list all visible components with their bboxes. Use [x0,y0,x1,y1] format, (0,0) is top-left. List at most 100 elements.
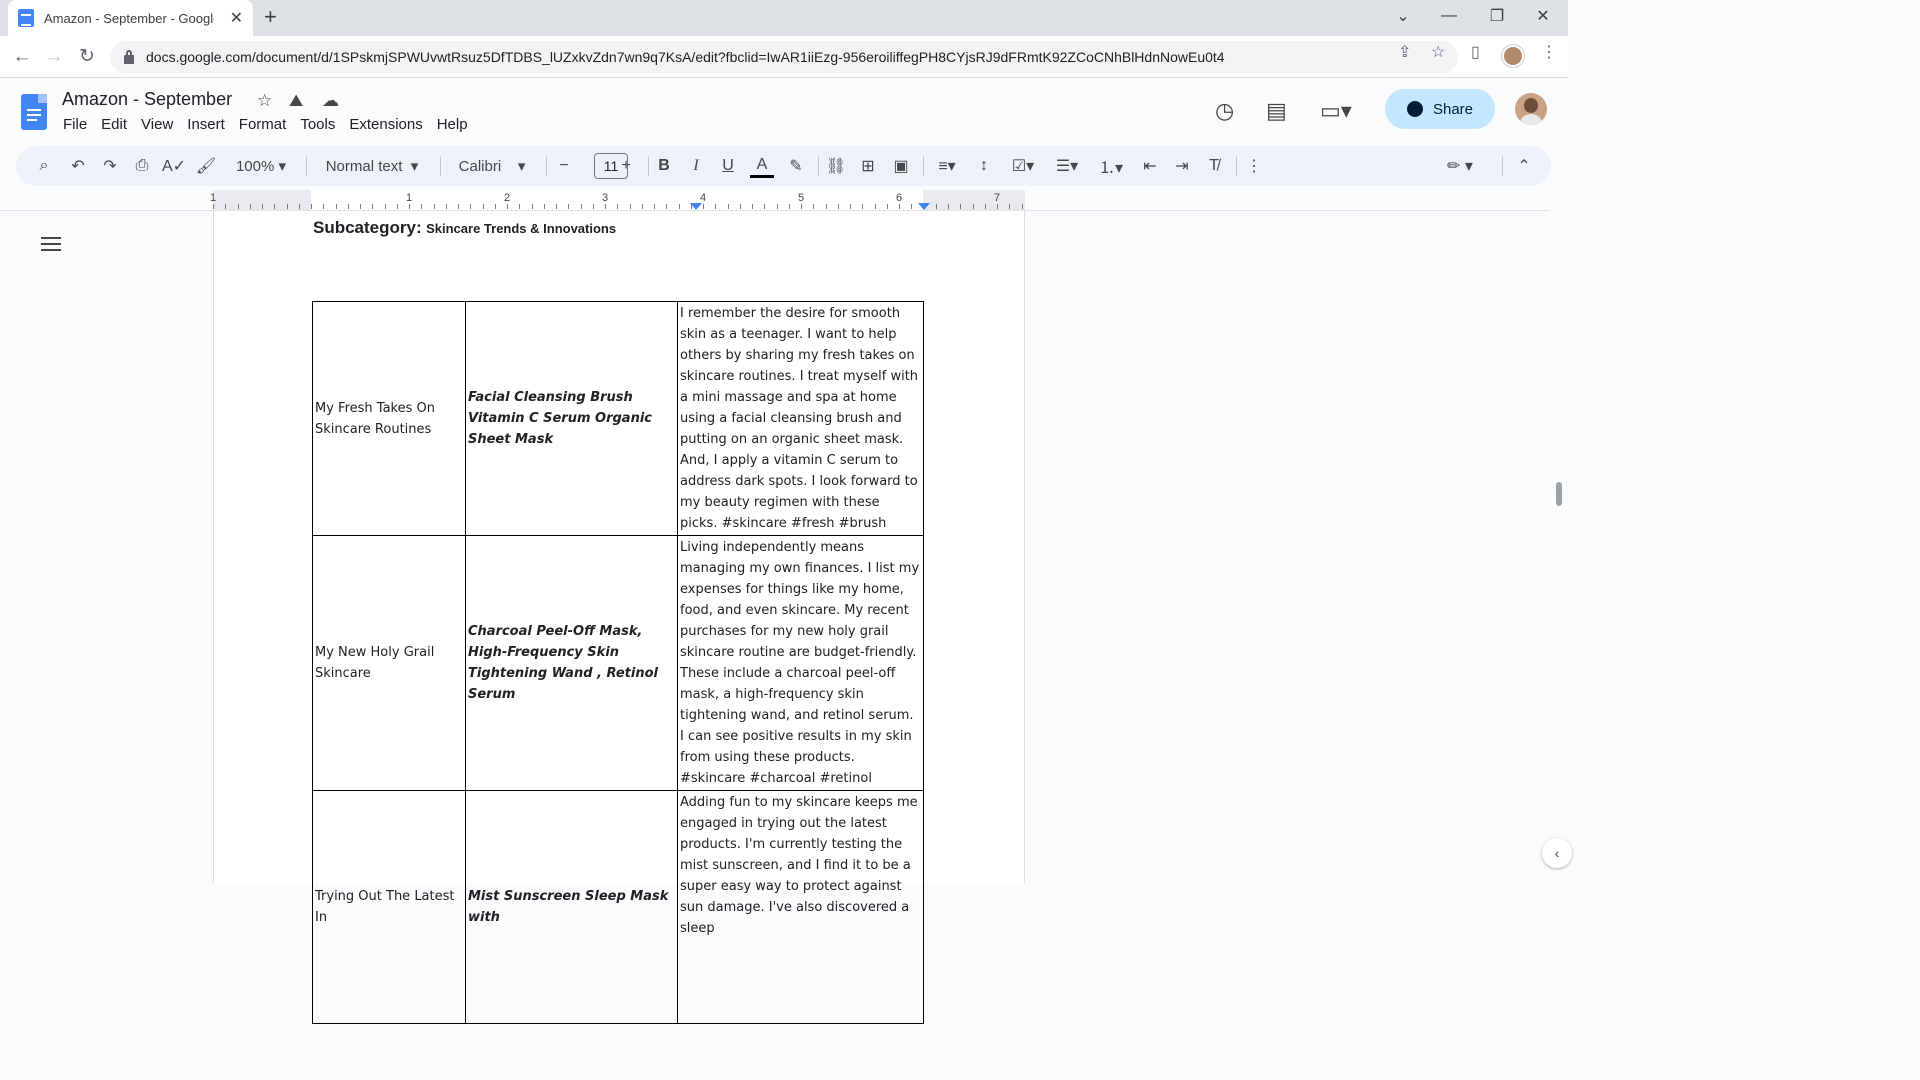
minimize-button[interactable]: — [1426,0,1472,32]
browser-menu-icon[interactable]: ⋮ [1541,42,1557,62]
tab-search-icon[interactable]: ⌄ [1380,0,1426,32]
ruler-number: 3 [602,192,609,204]
right-indent-marker[interactable] [918,203,930,210]
ruler-tick [617,204,619,209]
hide-menus-icon[interactable]: ⌃ [1514,154,1534,178]
highlight-icon[interactable]: ✎ [786,154,806,178]
numbered-list-icon[interactable]: ⒈▾ [1094,154,1128,178]
row-title-cell[interactable]: My Fresh Takes On Skincare Routines [312,301,466,536]
url-text[interactable]: docs.google.com/document/d/1SPskmjSPWUvw… [146,49,1225,65]
move-to-drive-icon[interactable]: ⛰ [289,91,303,111]
vertical-scrollbar[interactable] [1550,210,1568,882]
document-page[interactable]: Subcategory: Skincare Trends & Innovatio… [213,211,1025,1024]
ruler-tick [249,204,251,209]
browser-tab-bar: Amazon - September - Google D ✕ + ⌄ — ❐ … [0,0,1568,36]
ruler-tick [458,204,459,209]
browser-tab[interactable]: Amazon - September - Google D ✕ [8,0,253,36]
star-icon[interactable]: ☆ [257,91,272,111]
toolbar-divider [648,156,649,176]
spellcheck-icon[interactable]: A✓ [162,154,186,178]
tab-close-icon[interactable]: ✕ [230,8,243,28]
row-products-cell[interactable]: Facial Cleansing Brush Vitamin C Serum O… [465,301,678,536]
restore-button[interactable]: ❐ [1474,0,1520,32]
lock-icon [124,49,134,64]
table-row: My Fresh Takes On Skincare Routines Faci… [312,301,924,536]
bookmark-star-icon[interactable]: ☆ [1431,42,1445,62]
insert-link-icon[interactable]: ⛓ [826,154,846,178]
decrease-indent-icon[interactable]: ⇤ [1140,154,1160,178]
document-outline-icon[interactable] [41,235,63,253]
meet-video-icon[interactable]: ▭▾ [1320,98,1352,124]
menu-extensions[interactable]: Extensions [342,114,429,135]
docs-logo-icon[interactable] [21,94,47,130]
row-products-cell[interactable]: Charcoal Peel-Off Mask, High-Frequency S… [465,535,678,791]
toolbar-divider [1502,156,1503,176]
font-select[interactable]: Calibri ▾ [452,154,532,178]
search-menus-icon[interactable]: ⌕ [34,154,54,178]
print-icon[interactable]: ⎙ [132,154,152,178]
side-panel-icon[interactable]: ▯ [1471,42,1480,62]
product-table[interactable]: My Fresh Takes On Skincare Routines Faci… [312,301,924,1024]
row-description-cell[interactable]: I remember the desire for smooth skin as… [677,301,924,536]
version-history-icon[interactable]: ◷ [1215,98,1234,124]
menu-edit[interactable]: Edit [94,114,134,135]
ruler-tick [507,204,508,209]
horizontal-ruler[interactable]: 1 1 2 3 4 5 6 7 [210,190,1025,210]
ruler-tick [592,204,594,209]
ruler-tick [764,204,766,209]
formatting-toolbar: ⌕ ↶ ↷ ⎙ A✓ 🖌 100% ▾ Normal text ▾ Calibr… [16,146,1551,186]
ruler-tick [311,204,312,209]
comments-icon[interactable]: ▤ [1266,98,1287,124]
ruler-tick [874,204,876,209]
ruler-tick [813,204,815,209]
bold-icon[interactable]: B [654,154,674,178]
redo-icon[interactable]: ↷ [100,154,120,178]
italic-icon[interactable]: I [686,154,706,178]
menu-file[interactable]: File [56,114,94,135]
checklist-icon[interactable]: ☑▾ [1006,154,1040,178]
paragraph-style-select[interactable]: Normal text ▾ [318,154,426,178]
insert-image-icon[interactable]: ▣ [891,154,911,178]
row-description-cell[interactable]: Adding fun to my skincare keeps me engag… [677,790,924,1024]
document-title[interactable]: Amazon - September [62,89,232,110]
text-color-icon[interactable]: A [750,154,774,178]
back-icon[interactable]: ← [9,44,35,70]
cloud-saved-icon[interactable]: ☁ [322,91,339,111]
bulleted-list-icon[interactable]: ☰▾ [1050,154,1084,178]
menu-view[interactable]: View [134,114,180,135]
row-title-cell[interactable]: Trying Out The Latest In [312,790,466,1024]
show-side-panel-icon[interactable]: ‹ [1542,838,1572,868]
row-title-cell[interactable]: My New Holy Grail Skincare [312,535,466,791]
editing-mode-icon[interactable]: ✏ ▾ [1440,154,1480,178]
menu-format[interactable]: Format [232,114,294,135]
forward-icon[interactable]: → [41,44,67,70]
row-products-cell[interactable]: Mist Sunscreen Sleep Mask with [465,790,678,1024]
align-icon[interactable]: ≡▾ [930,154,964,178]
line-spacing-icon[interactable]: ↕ [974,154,994,178]
left-indent-marker[interactable] [690,203,702,210]
paint-format-icon[interactable]: 🖌 [196,154,216,178]
scrollbar-thumb[interactable] [1556,482,1562,506]
new-tab-button[interactable]: + [264,4,277,30]
reload-icon[interactable]: ↻ [74,44,100,70]
tab-title: Amazon - September - Google D [44,10,214,26]
menu-tools[interactable]: Tools [293,114,342,135]
share-page-icon[interactable]: ⇪ [1398,42,1411,62]
menu-help[interactable]: Help [430,114,475,135]
clear-formatting-icon[interactable]: T̸ [1204,154,1224,178]
browser-profile-avatar[interactable] [1502,45,1524,67]
menu-insert[interactable]: Insert [180,114,232,135]
row-description-cell[interactable]: Living independently means managing my o… [677,535,924,791]
close-window-button[interactable]: ✕ [1520,0,1566,32]
omnibox[interactable]: docs.google.com/document/d/1SPskmjSPWUvw… [110,41,1458,73]
underline-icon[interactable]: U [718,154,738,178]
add-comment-icon[interactable]: ⊞ [858,154,878,178]
increase-font-size-icon[interactable]: + [616,154,636,178]
share-button[interactable]: Share [1385,89,1495,129]
more-options-icon[interactable]: ⋮ [1244,154,1264,178]
undo-icon[interactable]: ↶ [68,154,88,178]
increase-indent-icon[interactable]: ⇥ [1172,154,1192,178]
account-avatar[interactable] [1515,93,1547,125]
zoom-select[interactable]: 100% ▾ [230,154,292,178]
decrease-font-size-icon[interactable]: − [554,154,574,178]
